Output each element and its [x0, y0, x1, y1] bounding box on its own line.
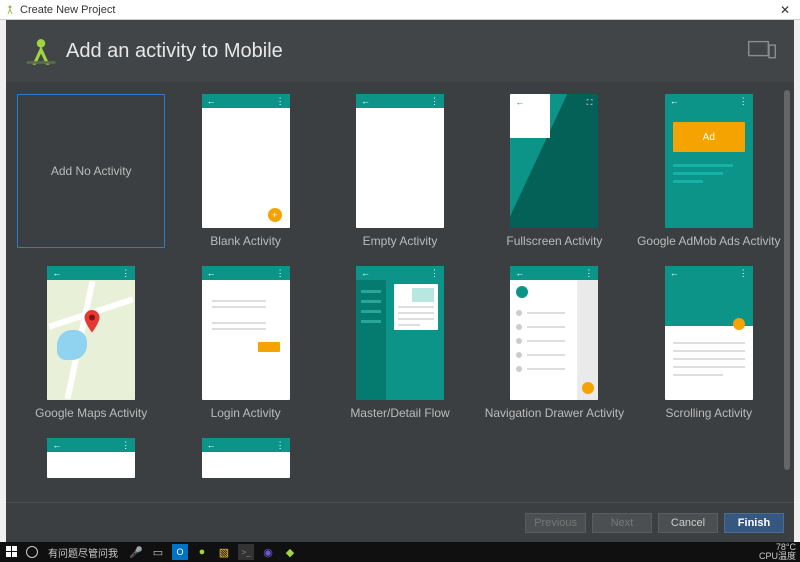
window-title: Create New Project [20, 4, 115, 16]
previous-button[interactable]: Previous [525, 513, 586, 533]
tile-google-maps-activity[interactable]: ←⋮ Google Maps Activity [14, 266, 168, 436]
tile-label: Empty Activity [363, 234, 438, 248]
tile-partial-1[interactable]: ←⋮ [14, 438, 168, 478]
android-studio-logo-icon [24, 34, 58, 68]
dialog-header: Add an activity to Mobile [6, 20, 794, 82]
windows-start-icon[interactable] [4, 544, 20, 560]
android-studio-taskbar-icon[interactable]: ◆ [282, 544, 298, 560]
tile-add-no-activity[interactable]: Add No Activity [14, 94, 168, 264]
dialog-window: Add an activity to Mobile Add No Activit… [6, 20, 794, 542]
next-button[interactable]: Next [592, 513, 652, 533]
cortana-icon[interactable] [26, 546, 38, 558]
os-titlebar: Create New Project ✕ [0, 0, 800, 20]
cpu-temp-label: CPU温度 [759, 552, 796, 561]
tile-label: Login Activity [211, 406, 281, 420]
tile-partial-2[interactable]: ←⋮ [168, 438, 322, 478]
gallery-scrollbar[interactable] [784, 90, 790, 470]
cancel-button[interactable]: Cancel [658, 513, 718, 533]
page-title: Add an activity to Mobile [66, 40, 283, 63]
tile-label: Blank Activity [210, 234, 281, 248]
taskbar-search-text[interactable]: 有问题尽管问我 [44, 545, 122, 560]
eclipse-icon[interactable]: ◉ [260, 544, 276, 560]
tile-label: Google Maps Activity [35, 406, 147, 420]
tile-label: Add No Activity [51, 164, 132, 178]
tile-label: Scrolling Activity [665, 406, 752, 420]
tile-label: Master/Detail Flow [350, 406, 449, 420]
tile-label: Navigation Drawer Activity [485, 406, 624, 420]
os-taskbar: 有问题尽管问我 🎤 ▭ O ● ▧ >_ ◉ ◆ 78°C CPU温度 [0, 542, 800, 562]
task-view-icon[interactable]: ▭ [150, 544, 166, 560]
terminal-icon[interactable]: >_ [238, 544, 254, 560]
tile-empty-activity[interactable]: ←⋮ Empty Activity [323, 94, 477, 264]
tile-blank-activity[interactable]: ←⋮ + Blank Activity [168, 94, 322, 264]
tile-master-detail-flow[interactable]: ←⋮ Master/Detail Flow [323, 266, 477, 436]
tile-scrolling-activity[interactable]: ←⋮ Scrolling Activity [632, 266, 786, 436]
activity-gallery: Add No Activity ←⋮ + Blank Activity ←⋮ E… [6, 82, 794, 502]
system-tray-temp: 78°C CPU温度 [759, 543, 796, 561]
outlook-icon[interactable]: O [172, 544, 188, 560]
tile-admob-activity[interactable]: ←⋮ Ad Google AdMob Ads Activity [632, 94, 786, 264]
tile-login-activity[interactable]: ←⋮ Login Activity [168, 266, 322, 436]
finish-button[interactable]: Finish [724, 513, 784, 533]
mic-icon[interactable]: 🎤 [128, 544, 144, 560]
tile-fullscreen-activity[interactable]: ← ⛶ Fullscreen Activity [477, 94, 631, 264]
file-explorer-icon[interactable]: ▧ [216, 544, 232, 560]
device-form-factor-icon [748, 38, 776, 67]
tile-navigation-drawer-activity[interactable]: ←⋮ Navigation Drawer Activity [477, 266, 631, 436]
app-icon-1[interactable]: ● [194, 544, 210, 560]
admob-ad-badge: Ad [673, 122, 745, 152]
dialog-footer: Previous Next Cancel Finish [6, 502, 794, 542]
close-icon[interactable]: ✕ [774, 3, 796, 17]
tile-label: Fullscreen Activity [506, 234, 602, 248]
android-studio-icon [4, 4, 16, 16]
tile-label: Google AdMob Ads Activity [637, 234, 780, 248]
